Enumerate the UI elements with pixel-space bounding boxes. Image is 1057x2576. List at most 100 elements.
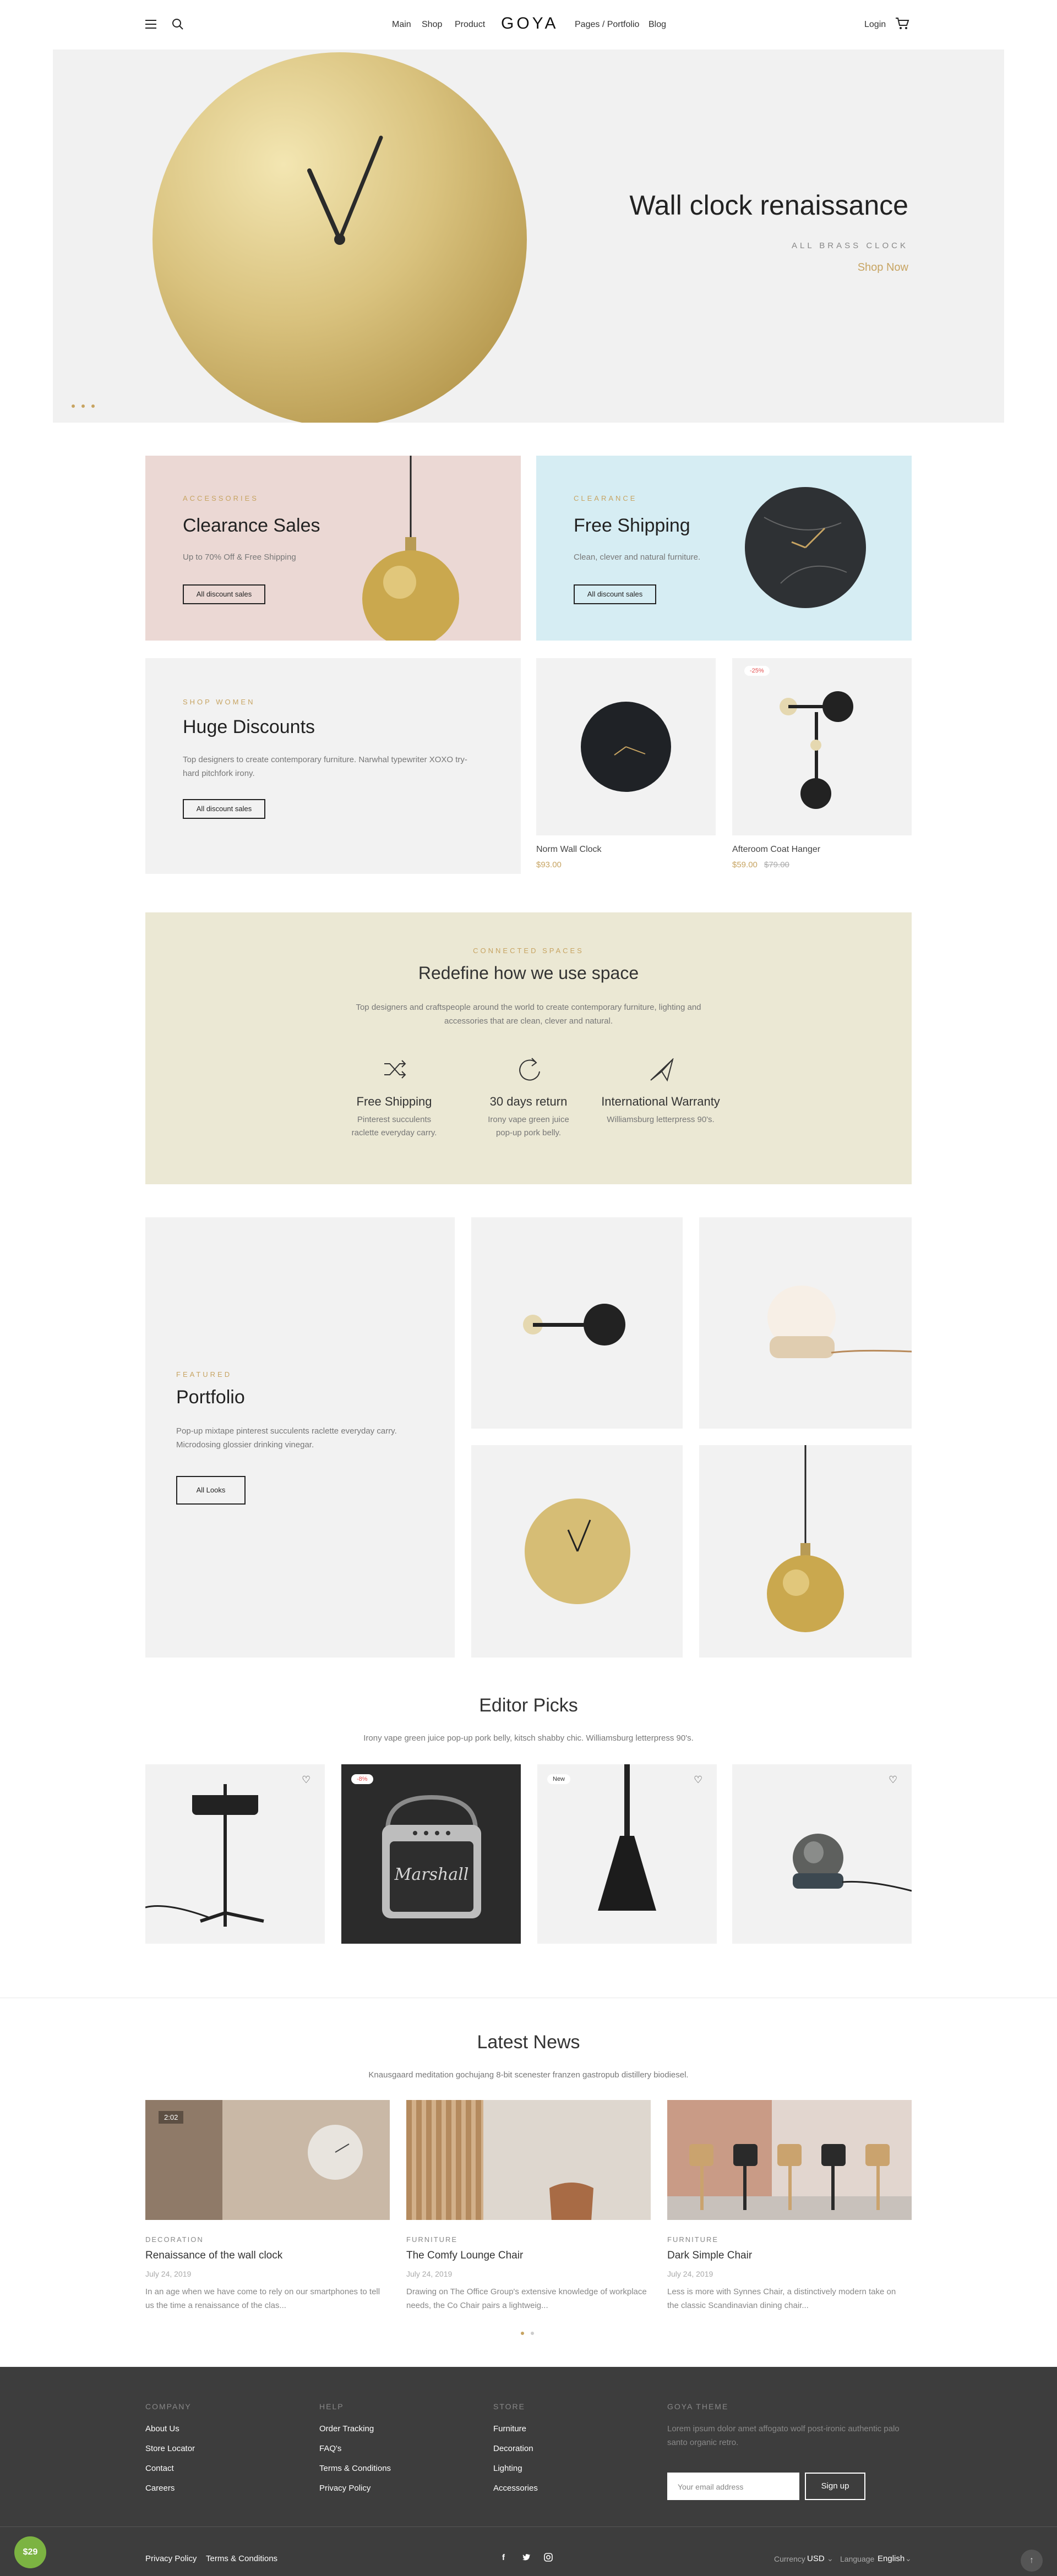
editor-pick-desk-lamp[interactable]: ♡ bbox=[732, 1764, 912, 1944]
slider-dots[interactable] bbox=[72, 401, 101, 411]
editor-picks-title: Editor Picks bbox=[479, 1695, 578, 1716]
promo-card-clearance-sales[interactable]: ACCESSORIES Clearance Sales Up to 70% Of… bbox=[145, 456, 521, 641]
wishlist-heart-icon[interactable]: ♡ bbox=[889, 1774, 897, 1786]
promo-title: Free Shipping bbox=[574, 515, 690, 536]
product-price: $93.00 bbox=[536, 860, 562, 869]
footer-terms-conditions[interactable]: Terms & Conditions bbox=[206, 2554, 277, 2563]
feature-text: Williamsburg letterpress 90's. bbox=[607, 1115, 715, 1124]
footer-link-faqs[interactable]: FAQ's bbox=[319, 2444, 341, 2453]
new-badge: New bbox=[547, 1774, 571, 1784]
editor-picks-subtitle: Irony vape green juice pop-up pork belly… bbox=[363, 1733, 694, 1743]
all-discount-sales-button[interactable]: All discount sales bbox=[574, 584, 656, 604]
footer-link-careers[interactable]: Careers bbox=[145, 2484, 175, 2493]
nav-pages-portfolio[interactable]: Pages / Portfolio bbox=[575, 20, 639, 30]
footer-theme-text: Lorem ipsum dolor amet affogato wolf pos… bbox=[667, 2424, 900, 2447]
portfolio-item-brass-clock[interactable] bbox=[471, 1445, 683, 1658]
news-excerpt: Less is more with Synnes Chair, a distin… bbox=[667, 2287, 896, 2310]
promo-card-huge-discounts[interactable]: SHOP WOMEN Huge Discounts Top designers … bbox=[145, 658, 521, 874]
site-footer: COMPANY About Us Store Locator Contact C… bbox=[0, 2367, 1057, 2576]
feature-text: Pinterest succulents raclette everyday c… bbox=[351, 1115, 437, 1137]
news-category[interactable]: FURNITURE bbox=[667, 2235, 718, 2244]
portfolio-item-coat-hook[interactable] bbox=[471, 1217, 683, 1429]
news-pagination-dots[interactable] bbox=[521, 2328, 541, 2338]
scroll-top-button[interactable]: ↑ bbox=[1021, 2550, 1043, 2572]
language-label: Language bbox=[840, 2555, 875, 2563]
feature-title: Free Shipping bbox=[356, 1095, 432, 1108]
all-discount-sales-button[interactable]: All discount sales bbox=[183, 799, 265, 819]
nav-blog[interactable]: Blog bbox=[649, 20, 666, 30]
chevron-down-icon[interactable]: ⌄ bbox=[827, 2554, 833, 2563]
news-title[interactable]: Dark Simple Chair bbox=[667, 2250, 752, 2262]
login-link[interactable]: Login bbox=[864, 20, 886, 30]
news-category[interactable]: DECORATION bbox=[145, 2235, 204, 2244]
nav-main[interactable]: Main bbox=[392, 20, 411, 30]
promo-text: Clean, clever and natural furniture. bbox=[574, 553, 701, 562]
footer-divider bbox=[0, 2526, 1057, 2527]
promo-text: Up to 70% Off & Free Shipping bbox=[183, 553, 296, 562]
footer-link-accessories[interactable]: Accessories bbox=[493, 2484, 538, 2493]
footer-link-about-us[interactable]: About Us bbox=[145, 2424, 179, 2433]
editor-pick-floor-lamp[interactable]: ♡ bbox=[145, 1764, 325, 1944]
footer-heading-theme: GOYA THEME bbox=[667, 2402, 729, 2411]
shuffle-icon bbox=[384, 1060, 406, 1079]
promo-title: Huge Discounts bbox=[183, 717, 315, 737]
product-image-afteroom-coat-hanger[interactable]: -25% bbox=[732, 658, 912, 835]
portfolio-text: Pop-up mixtape pinterest succulents racl… bbox=[176, 1426, 397, 1450]
shop-now-link[interactable]: Shop Now bbox=[858, 261, 908, 274]
currency-label: Currency bbox=[774, 2555, 805, 2563]
footer-privacy-policy[interactable]: Privacy Policy bbox=[145, 2554, 197, 2563]
section-text: Top designers and craftspeople around th… bbox=[356, 1003, 701, 1026]
footer-link-order-tracking[interactable]: Order Tracking bbox=[319, 2424, 374, 2433]
news-image-lounge-chair[interactable] bbox=[406, 2100, 651, 2220]
connected-spaces-section: CONNECTED SPACES Redefine how we use spa… bbox=[145, 912, 912, 1184]
search-icon[interactable] bbox=[172, 18, 184, 33]
product-name[interactable]: Norm Wall Clock bbox=[536, 845, 602, 855]
portfolio-item-pendant-lamp[interactable] bbox=[699, 1445, 912, 1658]
logo[interactable]: GOYA bbox=[501, 14, 558, 33]
news-excerpt: Drawing on The Office Group's extensive … bbox=[406, 2287, 647, 2310]
twitter-icon[interactable] bbox=[522, 2553, 531, 2564]
newsletter-email-input[interactable]: Your email address bbox=[667, 2473, 799, 2500]
instagram-icon[interactable] bbox=[544, 2553, 553, 2564]
news-category[interactable]: FURNITURE bbox=[406, 2235, 457, 2244]
currency-select[interactable]: USD bbox=[807, 2554, 825, 2563]
footer-link-contact[interactable]: Contact bbox=[145, 2464, 174, 2473]
footer-heading-store: STORE bbox=[493, 2402, 525, 2411]
news-title[interactable]: Renaissance of the wall clock bbox=[145, 2250, 282, 2262]
footer-link-store-locator[interactable]: Store Locator bbox=[145, 2444, 195, 2453]
cart-icon[interactable] bbox=[895, 17, 909, 33]
news-date: July 24, 2019 bbox=[406, 2269, 453, 2278]
footer-link-decoration[interactable]: Decoration bbox=[493, 2444, 533, 2453]
news-image-dark-chair[interactable] bbox=[667, 2100, 912, 2220]
wishlist-heart-icon[interactable]: ♡ bbox=[694, 1774, 702, 1786]
footer-link-lighting[interactable]: Lighting bbox=[493, 2464, 522, 2473]
signup-button[interactable]: Sign up bbox=[805, 2473, 865, 2500]
news-title[interactable]: The Comfy Lounge Chair bbox=[406, 2250, 523, 2262]
price-badge[interactable]: $29 bbox=[14, 2536, 46, 2568]
nav-product[interactable]: Product bbox=[455, 20, 485, 30]
footer-link-privacy[interactable]: Privacy Policy bbox=[319, 2484, 371, 2493]
product-price: $59.00 bbox=[732, 860, 758, 869]
promo-card-free-shipping[interactable]: CLEARANCE Free Shipping Clean, clever an… bbox=[536, 456, 912, 641]
chevron-down-icon[interactable]: ⌄ bbox=[905, 2554, 912, 2563]
facebook-icon[interactable]: f bbox=[502, 2553, 505, 2562]
news-date: July 24, 2019 bbox=[145, 2269, 192, 2278]
svg-text:Marshall: Marshall bbox=[394, 1865, 469, 1884]
language-select[interactable]: English bbox=[878, 2554, 905, 2563]
all-looks-button[interactable]: All Looks bbox=[176, 1476, 246, 1505]
nav-shop[interactable]: Shop bbox=[422, 20, 442, 30]
product-name[interactable]: Afteroom Coat Hanger bbox=[732, 845, 820, 855]
news-image-wall-clock[interactable]: 2:02 bbox=[145, 2100, 390, 2220]
product-image-norm-wall-clock[interactable] bbox=[536, 658, 716, 835]
editor-pick-speaker[interactable]: -8% Marshall bbox=[341, 1764, 521, 1944]
brass-clock-image bbox=[150, 50, 530, 423]
feature-text: Irony vape green juice pop-up pork belly… bbox=[488, 1115, 569, 1137]
portfolio-eyebrow: FEATURED bbox=[176, 1370, 232, 1379]
footer-heading-help: HELP bbox=[319, 2402, 344, 2411]
editor-pick-cone-lamp[interactable]: New ♡ bbox=[537, 1764, 717, 1944]
footer-link-furniture[interactable]: Furniture bbox=[493, 2424, 526, 2433]
menu-icon[interactable] bbox=[145, 20, 156, 29]
portfolio-item-table-lamp[interactable] bbox=[699, 1217, 912, 1429]
all-discount-sales-button[interactable]: All discount sales bbox=[183, 584, 265, 604]
footer-link-terms[interactable]: Terms & Conditions bbox=[319, 2464, 391, 2473]
